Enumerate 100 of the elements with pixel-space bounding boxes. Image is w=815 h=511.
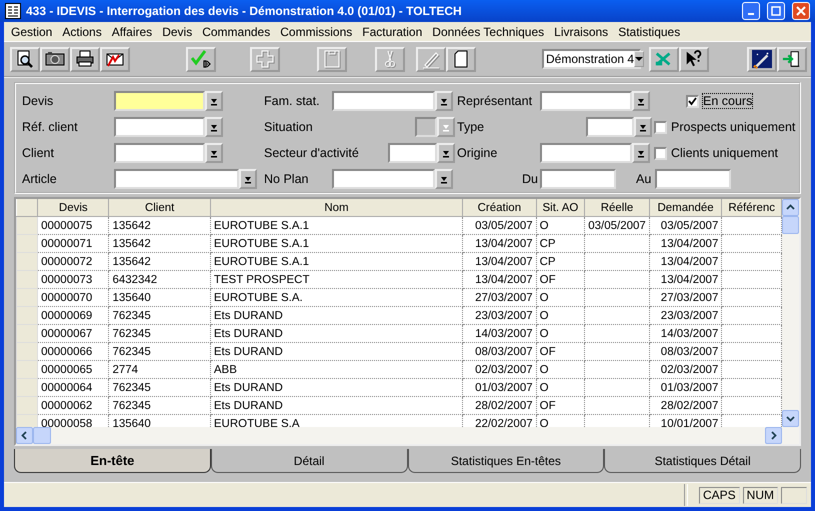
dropdown-button[interactable] xyxy=(437,143,455,163)
toolbar-button[interactable] xyxy=(186,46,216,72)
menu-item[interactable]: Commandes xyxy=(197,24,276,38)
close-icon xyxy=(796,6,806,16)
combo-field[interactable] xyxy=(586,117,634,137)
combo-field[interactable] xyxy=(114,169,239,189)
scroll-down-button[interactable] xyxy=(782,410,799,427)
table-cell: 00000072 xyxy=(38,252,109,270)
scroll-thumb[interactable] xyxy=(782,216,799,234)
menu-item[interactable]: Gestion xyxy=(6,24,58,38)
date-field[interactable] xyxy=(540,169,616,189)
dropdown-button[interactable] xyxy=(205,91,223,111)
checkbox[interactable] xyxy=(686,94,699,108)
down-arrow-icon xyxy=(440,174,448,184)
dropdown-button[interactable] xyxy=(239,169,257,189)
column-header[interactable]: Création xyxy=(462,199,536,216)
close-button[interactable] xyxy=(792,2,810,20)
row-selector[interactable] xyxy=(16,216,38,234)
combo-field[interactable] xyxy=(332,169,435,189)
scroll-right-button[interactable] xyxy=(765,427,782,444)
dropdown-button[interactable] xyxy=(435,91,453,111)
column-header[interactable]: Devis xyxy=(38,199,109,216)
toolbar-button[interactable] xyxy=(70,46,100,72)
date-field[interactable] xyxy=(655,169,732,189)
table-cell: 14/03/2007 xyxy=(649,324,722,342)
combo-field[interactable] xyxy=(114,143,205,163)
scroll-thumb[interactable] xyxy=(33,427,51,444)
toolbar-button[interactable] xyxy=(10,46,40,72)
combo-field[interactable] xyxy=(114,91,205,111)
scroll-left-button[interactable] xyxy=(16,427,33,444)
toolbar-button[interactable] xyxy=(40,46,70,72)
combo-field[interactable] xyxy=(114,117,205,137)
tab[interactable]: Détail xyxy=(210,449,408,473)
toolbar-button[interactable] xyxy=(747,46,777,72)
column-header[interactable]: Sit. AO xyxy=(536,199,585,216)
table-cell: 00000062 xyxy=(38,396,109,414)
field-label: Représentant xyxy=(457,94,534,108)
status-panel xyxy=(781,486,807,504)
header-corner xyxy=(16,199,38,216)
table-cell: EUROTUBE S.A. xyxy=(210,288,463,306)
table-cell: 762345 xyxy=(108,378,210,396)
dropdown-button[interactable] xyxy=(205,117,223,137)
tab[interactable]: Statistiques En-têtes xyxy=(408,449,604,473)
field-label: No Plan xyxy=(264,172,310,186)
table-cell: CP xyxy=(536,234,585,252)
column-header[interactable]: Référenc xyxy=(722,199,782,216)
menu-item[interactable]: Devis xyxy=(157,24,198,38)
menu-item[interactable]: Données Techniques xyxy=(427,24,550,38)
combo-field[interactable] xyxy=(388,143,437,163)
menu-item[interactable]: Affaires xyxy=(106,24,158,38)
table-cell: 28/02/2007 xyxy=(462,396,536,414)
ok-check-icon xyxy=(191,49,211,69)
menu-item[interactable]: Statistiques xyxy=(613,24,686,38)
menu-item[interactable]: Actions xyxy=(57,24,107,38)
tab[interactable]: En-tête xyxy=(14,449,211,473)
column-header[interactable]: Demandée xyxy=(649,199,722,216)
table-cell: EUROTUBE S.A.1 xyxy=(210,216,463,234)
menu-item[interactable]: Commissions xyxy=(275,24,358,38)
company-select[interactable]: Démonstration 4 xyxy=(542,49,641,69)
table-cell: 135642 xyxy=(108,234,210,252)
combo-field[interactable] xyxy=(540,91,632,111)
table-cell: 13/04/2007 xyxy=(649,252,722,270)
column-header[interactable]: Client xyxy=(108,199,210,216)
menu-item[interactable]: Livraisons xyxy=(549,24,614,38)
table-cell: 23/03/2007 xyxy=(462,306,536,324)
table-cell: OF xyxy=(536,270,585,288)
scroll-up-button[interactable] xyxy=(782,199,799,216)
dropdown-button[interactable] xyxy=(634,117,652,137)
maximize-button[interactable] xyxy=(767,2,785,20)
menu-item[interactable]: Facturation xyxy=(357,24,428,38)
dropdown-button[interactable] xyxy=(205,143,223,163)
toolbar-button[interactable] xyxy=(100,46,130,72)
combo-field[interactable] xyxy=(332,91,435,111)
dropdown-button[interactable] xyxy=(632,143,650,163)
tab[interactable]: Statistiques Détail xyxy=(604,449,801,473)
checkbox-label: Prospects uniquement xyxy=(671,120,796,134)
column-header[interactable]: Nom xyxy=(210,199,463,216)
table-cell: 03/05/2007 xyxy=(649,216,722,234)
down-arrow-icon xyxy=(637,96,645,106)
down-arrow-icon xyxy=(244,174,252,184)
checkbox[interactable] xyxy=(654,146,667,160)
checkbox[interactable] xyxy=(654,120,667,134)
table-cell: 27/03/2007 xyxy=(462,288,536,306)
table-cell: 00000071 xyxy=(38,234,109,252)
dropdown-button[interactable] xyxy=(632,91,650,111)
column-header[interactable]: Réelle xyxy=(584,199,650,216)
table-cell: 2774 xyxy=(108,360,210,378)
table-cell: 14/03/2007 xyxy=(462,324,536,342)
toolbar-button[interactable] xyxy=(777,46,807,72)
field-label: Article xyxy=(22,172,58,186)
table-cell: 08/03/2007 xyxy=(649,342,722,360)
toolbar-button[interactable] xyxy=(679,46,709,72)
minimize-button[interactable] xyxy=(742,2,760,20)
table-cell: 02/03/2007 xyxy=(462,360,536,378)
toolbar-button[interactable] xyxy=(446,46,476,72)
combo-field[interactable] xyxy=(540,143,632,163)
table-cell: Ets DURAND xyxy=(210,378,463,396)
table-cell: 03/05/2007 xyxy=(462,216,536,234)
table-cell: CP xyxy=(536,252,585,270)
dropdown-button[interactable] xyxy=(435,169,453,189)
